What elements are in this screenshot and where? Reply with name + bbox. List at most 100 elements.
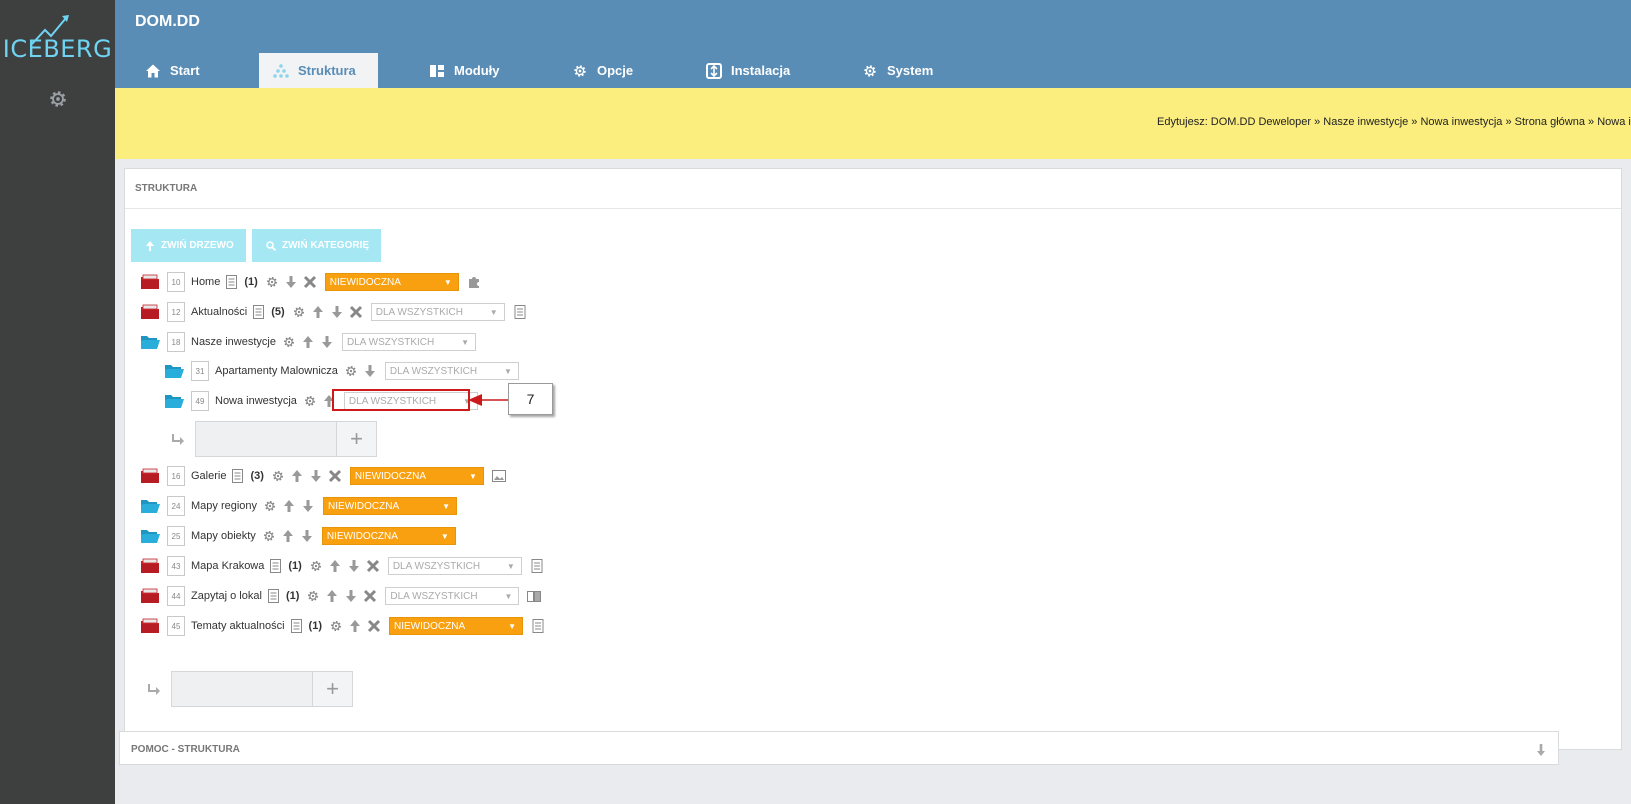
- document-icon[interactable]: [531, 619, 545, 633]
- node-name[interactable]: Apartamenty Malownicza: [215, 365, 338, 377]
- move-up-icon[interactable]: [301, 335, 315, 349]
- document-icon[interactable]: [291, 619, 302, 633]
- move-up-icon[interactable]: [328, 559, 342, 573]
- node-name[interactable]: Zapytaj o lokal: [191, 590, 262, 602]
- folder-icon[interactable]: [140, 588, 160, 604]
- node-name[interactable]: Nasze inwestycje: [191, 336, 276, 348]
- tree-row: 24 Mapy regiony NIEWIDOCZNA ▼: [140, 495, 465, 517]
- node-name[interactable]: Tematy aktualności: [191, 620, 285, 632]
- move-up-icon[interactable]: [311, 305, 325, 319]
- gear-icon[interactable]: [292, 305, 306, 319]
- gear-icon[interactable]: [271, 469, 285, 483]
- node-name[interactable]: Aktualności: [191, 306, 247, 318]
- move-down-icon[interactable]: [301, 499, 315, 513]
- tab-moduly[interactable]: Moduły: [429, 53, 500, 88]
- document-icon[interactable]: [513, 305, 527, 319]
- expand-down-icon[interactable]: [1536, 744, 1546, 756]
- new-page-input[interactable]: [171, 671, 313, 707]
- breadcrumb[interactable]: Edytujesz: DOM.DD Deweloper » Nasze inwe…: [1157, 116, 1631, 128]
- select-value: NIEWIDOCZNA: [326, 530, 398, 542]
- visibility-select[interactable]: NIEWIDOCZNA ▼: [323, 497, 458, 515]
- tab-instalacja[interactable]: Instalacja: [706, 53, 790, 88]
- help-panel[interactable]: POMOC - STRUKTURA: [119, 731, 1559, 765]
- document-icon[interactable]: [226, 275, 237, 289]
- gear-icon[interactable]: [303, 394, 317, 408]
- visibility-select[interactable]: DLA WSZYSTKICH ▼: [387, 557, 522, 575]
- delete-icon[interactable]: [367, 619, 381, 633]
- tab-struktura[interactable]: Struktura: [259, 53, 378, 88]
- gear-icon[interactable]: [282, 335, 296, 349]
- move-down-icon[interactable]: [284, 275, 298, 289]
- document-icon[interactable]: [268, 589, 279, 603]
- brand-name[interactable]: ICEBERG: [0, 35, 115, 63]
- gear-icon[interactable]: [309, 559, 323, 573]
- folder-icon[interactable]: [140, 528, 160, 544]
- folder-icon[interactable]: [140, 334, 160, 350]
- tab-label: Struktura: [298, 63, 356, 78]
- move-up-icon[interactable]: [282, 499, 296, 513]
- folder-icon[interactable]: [140, 558, 160, 574]
- folder-icon[interactable]: [164, 363, 184, 379]
- node-name[interactable]: Mapa Krakowa: [191, 560, 264, 572]
- move-up-icon[interactable]: [348, 619, 362, 633]
- node-name[interactable]: Home: [191, 276, 220, 288]
- document-icon[interactable]: [232, 469, 243, 483]
- move-down-icon[interactable]: [309, 469, 323, 483]
- node-name[interactable]: Mapy obiekty: [191, 530, 256, 542]
- visibility-select[interactable]: DLA WSZYSTKICH ▼: [341, 333, 476, 351]
- delete-icon[interactable]: [328, 469, 342, 483]
- delete-icon[interactable]: [349, 305, 363, 319]
- select-value: DLA WSZYSTKICH: [392, 560, 481, 572]
- visibility-select[interactable]: NIEWIDOCZNA ▼: [321, 527, 456, 545]
- folder-icon[interactable]: [164, 393, 184, 409]
- folder-icon[interactable]: [140, 468, 160, 484]
- delete-icon[interactable]: [363, 589, 377, 603]
- visibility-select[interactable]: DLA WSZYSTKICH ▼: [370, 303, 505, 321]
- move-down-icon[interactable]: [330, 305, 344, 319]
- document-icon[interactable]: [530, 559, 544, 573]
- collapse-tree-button[interactable]: ZWIŃ DRZEWO: [131, 229, 246, 262]
- move-down-icon[interactable]: [363, 364, 377, 378]
- move-down-icon[interactable]: [347, 559, 361, 573]
- gear-icon[interactable]: [263, 499, 277, 513]
- gear-icon[interactable]: [265, 275, 279, 289]
- move-down-icon[interactable]: [300, 529, 314, 543]
- document-icon[interactable]: [253, 305, 264, 319]
- gear-icon[interactable]: [262, 529, 276, 543]
- new-page-input[interactable]: [195, 421, 337, 457]
- add-button[interactable]: +: [337, 421, 377, 457]
- visibility-select[interactable]: DLA WSZYSTKICH ▼: [385, 587, 520, 605]
- folder-icon[interactable]: [140, 498, 160, 514]
- visibility-select[interactable]: NIEWIDOCZNA ▼: [349, 467, 484, 485]
- delete-icon[interactable]: [366, 559, 380, 573]
- node-id: 12: [167, 302, 185, 322]
- document-icon[interactable]: [270, 559, 281, 573]
- gear-icon[interactable]: [306, 589, 320, 603]
- image-icon[interactable]: [492, 469, 506, 483]
- tab-start[interactable]: Start: [145, 53, 200, 88]
- folder-icon[interactable]: [140, 304, 160, 320]
- node-name[interactable]: Mapy regiony: [191, 500, 257, 512]
- folder-icon[interactable]: [140, 274, 160, 290]
- tab-opcje[interactable]: Opcje: [572, 53, 633, 88]
- puzzle-icon[interactable]: [467, 275, 481, 289]
- add-button[interactable]: +: [313, 671, 353, 707]
- gear-icon[interactable]: [329, 619, 343, 633]
- visibility-select[interactable]: NIEWIDOCZNA ▼: [389, 617, 523, 635]
- move-up-icon[interactable]: [290, 469, 304, 483]
- form-icon[interactable]: [527, 589, 541, 603]
- visibility-select[interactable]: NIEWIDOCZNA ▼: [324, 273, 459, 291]
- collapse-category-button[interactable]: ZWIŃ KATEGORIĘ: [252, 229, 382, 262]
- folder-icon[interactable]: [140, 618, 160, 634]
- delete-icon[interactable]: [303, 275, 317, 289]
- gear-icon[interactable]: [47, 88, 69, 110]
- move-down-icon[interactable]: [344, 589, 358, 603]
- node-name[interactable]: Nowa inwestycja: [215, 395, 297, 407]
- gear-icon[interactable]: [344, 364, 358, 378]
- move-up-icon[interactable]: [281, 529, 295, 543]
- tab-system[interactable]: System: [862, 53, 933, 88]
- move-up-icon[interactable]: [325, 589, 339, 603]
- visibility-select[interactable]: DLA WSZYSTKICH ▼: [384, 362, 519, 380]
- move-down-icon[interactable]: [320, 335, 334, 349]
- node-name[interactable]: Galerie: [191, 470, 226, 482]
